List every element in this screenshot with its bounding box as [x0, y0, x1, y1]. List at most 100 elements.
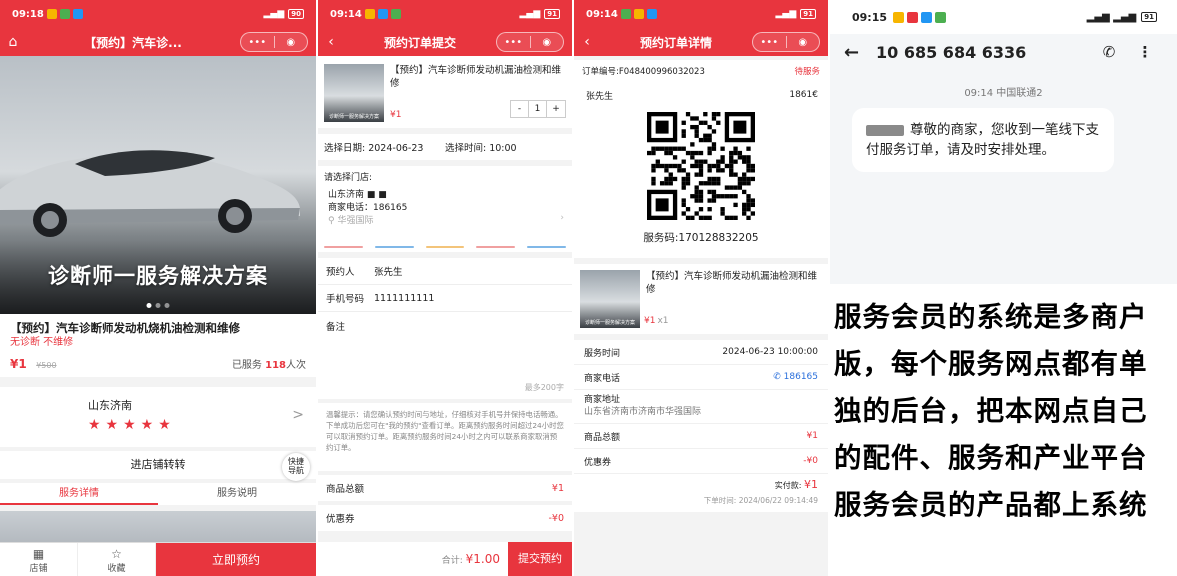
store-area: ⚲ 华强国际: [328, 216, 374, 226]
book-now-button[interactable]: 立即预约: [156, 543, 316, 576]
status-time: 09:18: [12, 8, 44, 20]
product-thumbnail: 诊断师一服务解决方案: [580, 270, 640, 328]
message-meta: 09:14 中国联通2: [964, 88, 1043, 99]
home-icon[interactable]: ⌂: [0, 34, 26, 50]
qr-code: [647, 112, 755, 220]
booking-form: 预约人 张先生 手机号码 1111111111 备注 最多200字: [318, 258, 572, 399]
order-time: 下单时间: 2024/06/22 09:14:49: [703, 496, 818, 505]
battery-icon: 91: [800, 9, 816, 19]
target-icon[interactable]: ◉: [787, 37, 820, 48]
phone-icon[interactable]: ✆: [1091, 43, 1127, 61]
sms-header: ← 10 685 684 6336 ✆ ⋮: [830, 34, 1177, 70]
app-notification-icon: [59, 9, 70, 19]
phone-field[interactable]: 手机号码 1111111111: [318, 285, 572, 312]
quantity-value: 1: [529, 101, 547, 117]
target-icon[interactable]: ◉: [275, 37, 308, 48]
more-dots-icon[interactable]: •••: [241, 37, 274, 48]
screen-product-detail: 09:18 ▂▄▆ 90 ⌂ 【预约】汽车诊... ••• ◉ 诊断师一服务解决…: [0, 0, 316, 576]
order-status: 待服务: [794, 67, 820, 77]
back-arrow-icon[interactable]: ←: [844, 42, 876, 63]
original-price: ¥500: [36, 361, 57, 370]
status-bar: 09:18 ▂▄▆ 90: [0, 0, 316, 28]
store-card[interactable]: 山东济南 ★★★★★ >: [0, 387, 316, 447]
enter-store-button[interactable]: 进店铺转转 快捷 导航: [0, 451, 316, 481]
status-time: 09:15: [852, 10, 888, 24]
decrement-button[interactable]: -: [511, 101, 529, 117]
mini-program-capsule: ••• ◉: [240, 32, 308, 52]
more-dots-icon[interactable]: •••: [497, 37, 530, 48]
store-prompt: 请选择门店:: [324, 173, 373, 183]
quick-nav-button[interactable]: 快捷 导航: [282, 453, 310, 481]
product-thumbnail: 诊断师一服务解决方案: [324, 64, 384, 122]
hero-banner-text: 诊断师一服务解决方案: [48, 264, 268, 288]
served-count: 已服务 118人次: [231, 360, 306, 371]
caption-text: 服务会员的系统是多商户版，每个服务网点都有单独的后台，把本网点自己的配件、服务和…: [834, 301, 1148, 521]
submit-booking-button[interactable]: 提交预约: [508, 542, 572, 576]
sender-number: 10 685 684 6336: [876, 42, 1027, 62]
remark-textarea[interactable]: 最多200字: [318, 339, 572, 399]
product-price: ¥1 x1: [644, 316, 669, 326]
date-picker[interactable]: 选择日期: 2024-06-23: [324, 140, 445, 154]
nav-bar: ‹ 预约订单详情 ••• ◉: [574, 28, 828, 56]
nav-bar: ‹ 预约订单提交 ••• ◉: [318, 28, 572, 56]
service-code: 服务码:170128832205: [643, 232, 759, 244]
redacted-text: [866, 124, 904, 136]
battery-icon: 91: [1141, 12, 1157, 22]
increment-button[interactable]: +: [547, 101, 565, 117]
app-notification-icon: [390, 9, 401, 19]
phone-link[interactable]: ✆ 186165: [773, 372, 818, 382]
target-icon[interactable]: ◉: [531, 37, 564, 48]
store-selector[interactable]: 请选择门店: 山东济南 ■ ■ 商家电话：186165 ⚲ 华强国际 ›: [318, 166, 572, 246]
order-number: 订单编号:F048400996032023: [582, 67, 705, 77]
product-name: 【预约】汽车诊断师发动机烧机油检测和维修: [10, 321, 240, 335]
screen-sms: 09:15 ▂▄▆ ▂▄▆ 91 ← 10 685 684 6336 ✆ ⋮ 0…: [830, 0, 1177, 576]
app-notification-icon: [907, 11, 919, 23]
signal-icon: ▂▄▆: [263, 9, 285, 19]
order-info: 服务时间 2024-06-23 10:00:00 商家电话 ✆ 186165 商家地…: [574, 340, 828, 474]
product-price: ¥1: [390, 110, 402, 120]
app-notification-icon: [72, 9, 83, 19]
screen-booking-submit: 09:14 ▂▄▆ 91 ‹ 预约订单提交 ••• ◉ 诊断师一服务解决方案 【…: [318, 0, 572, 576]
status-bar: 09:15 ▂▄▆ ▂▄▆ 91: [830, 0, 1177, 34]
store-name: 山东济南 ■ ■: [328, 190, 387, 200]
coupon-row[interactable]: 优惠券 -¥0: [318, 505, 572, 531]
app-notification-icon: [921, 11, 933, 23]
carousel-indicator: [146, 303, 170, 308]
date-time-row: 选择日期: 2024-06-23 选择时间: 10:00: [318, 134, 572, 160]
product-card: 诊断师一服务解决方案 【预约】汽车诊断师发动机漏油检测和维修 ¥1 x1: [574, 264, 828, 334]
product-subtitle: 无诊断 不维修: [10, 337, 74, 348]
payment-summary: 实付款: ¥1 下单时间: 2024/06/22 09:14:49: [574, 474, 828, 512]
bottom-action-bar: ▦ 店铺 ☆ 收藏 立即预约: [0, 542, 316, 576]
battery-icon: 90: [288, 9, 304, 19]
signal-icon: ▂▄▆: [519, 9, 541, 19]
app-notification-icon: [46, 9, 57, 19]
menu-dots-icon[interactable]: ⋮: [1127, 43, 1163, 61]
tab-service-detail[interactable]: 服务详情: [0, 483, 158, 505]
store-rating-stars: ★★★★★: [88, 417, 176, 433]
back-arrow-icon[interactable]: ‹: [574, 34, 600, 50]
back-arrow-icon[interactable]: ‹: [318, 34, 344, 50]
app-notification-icon: [633, 9, 644, 19]
submit-bar: 合计: ¥1.00 提交预约: [318, 542, 572, 576]
favorite-button[interactable]: ☆ 收藏: [78, 543, 156, 576]
page-title: 【预约】汽车诊...: [84, 35, 182, 50]
hero-banner: 诊断师一服务解决方案: [0, 56, 316, 314]
time-picker[interactable]: 选择时间: 10:00: [445, 140, 566, 154]
quantity-stepper[interactable]: - 1 +: [510, 100, 566, 118]
message-bubble[interactable]: 尊敬的商家，您收到一笔线下支付服务订单，请及时安排处理。: [852, 108, 1114, 172]
merchant-phone-row: 商家电话 ✆ 186165: [574, 365, 828, 390]
customer-name: 张先生: [586, 91, 614, 102]
tab-service-desc[interactable]: 服务说明: [158, 483, 316, 505]
product-price: ¥1: [10, 357, 27, 371]
store-button[interactable]: ▦ 店铺: [0, 543, 78, 576]
booker-name-field[interactable]: 预约人 张先生: [318, 258, 572, 285]
store-icon: ▦: [32, 547, 45, 561]
status-bar: 09:14 ▂▄▆ 91: [574, 0, 828, 28]
char-limit: 最多200字: [524, 383, 564, 392]
more-dots-icon[interactable]: •••: [753, 37, 786, 48]
goods-total-row: 商品总额 ¥1: [318, 475, 572, 501]
page-title: 预约订单详情: [639, 35, 712, 50]
chevron-right-icon: ›: [560, 213, 564, 223]
detail-tabs: 服务详情 服务说明: [0, 483, 316, 505]
app-notification-icon: [893, 11, 905, 23]
